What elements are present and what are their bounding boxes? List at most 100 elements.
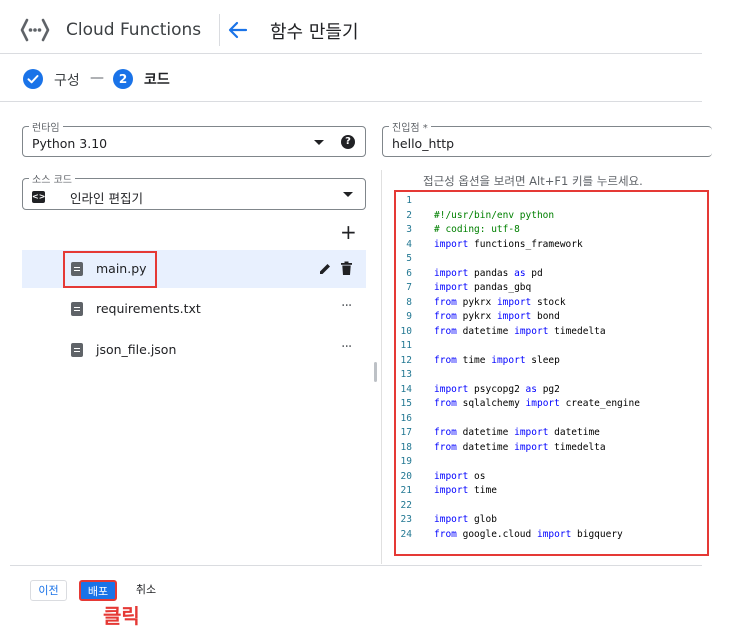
- code-line: 21 import time: [396, 484, 497, 499]
- line-code: import functions_framework: [434, 238, 583, 250]
- code-line: 6 import pandas as pd: [396, 267, 542, 282]
- line-code: import pandas_gbq: [434, 282, 532, 293]
- top-bar: Cloud Functions 함수 만들기: [0, 0, 702, 54]
- code-line: 17 from datetime import datetime: [396, 426, 600, 441]
- file-name: json_file.json: [96, 342, 177, 357]
- delete-icon[interactable]: [340, 261, 353, 276]
- chevron-down-icon: [314, 140, 324, 145]
- line-number: 17: [400, 427, 412, 438]
- line-code: # coding: utf-8: [434, 224, 520, 235]
- code-line: 12 from time import sleep: [396, 354, 560, 369]
- line-number: 18: [400, 441, 412, 453]
- code-line: 5: [396, 252, 412, 267]
- file-icon: [71, 302, 83, 316]
- line-number: 16: [400, 412, 412, 424]
- footer-divider: [10, 565, 702, 566]
- runtime-select[interactable]: 런타임 Python 3.10 ?: [22, 119, 366, 157]
- line-number: 12: [400, 354, 412, 366]
- header-divider: [219, 14, 220, 46]
- click-annotation: 클릭: [103, 604, 140, 628]
- step-separator: —: [90, 70, 104, 86]
- file-icon: [71, 343, 83, 357]
- line-code: from pykrx import stock: [434, 296, 566, 308]
- line-number: 23: [400, 514, 412, 525]
- code-editor-icon: <>: [32, 191, 46, 203]
- code-line: 1: [396, 194, 412, 209]
- line-number: 13: [400, 369, 412, 380]
- line-number: 14: [400, 383, 412, 395]
- file-item-json-file-json[interactable]: json_file.json ···: [22, 331, 366, 369]
- step-configure-label[interactable]: 구성: [54, 70, 80, 90]
- file-name: requirements.txt: [96, 301, 201, 316]
- code-line: 3 # coding: utf-8: [396, 223, 520, 238]
- cloud-functions-logo-icon: [20, 18, 50, 42]
- code-line: 19: [396, 455, 412, 470]
- line-code: from google.cloud import bigquery: [434, 528, 623, 540]
- line-code: import glob: [434, 514, 497, 525]
- entry-point-value: hello_http: [392, 136, 455, 151]
- line-code: import pandas as pd: [434, 267, 543, 279]
- runtime-label: 런타임: [29, 119, 63, 134]
- runtime-value: Python 3.10: [32, 136, 108, 151]
- line-code: from time import sleep: [434, 354, 560, 366]
- line-code: from sqlalchemy import create_engine: [434, 398, 640, 409]
- line-number: 6: [406, 267, 412, 279]
- line-code: import os: [434, 470, 486, 482]
- cancel-button[interactable]: 취소: [128, 580, 164, 601]
- file-item-requirements-txt[interactable]: requirements.txt ···: [22, 290, 366, 328]
- more-options-icon[interactable]: ···: [341, 339, 352, 355]
- page-title: 함수 만들기: [270, 22, 359, 43]
- code-line: 16: [396, 412, 412, 427]
- line-code: from datetime import timedelta: [434, 441, 606, 453]
- panel-resize-handle[interactable]: [374, 362, 377, 382]
- code-line: 22: [396, 499, 412, 514]
- stepper: 구성 — 2 코드: [0, 55, 702, 102]
- code-line: 11: [396, 339, 412, 354]
- line-number: 9: [406, 311, 412, 322]
- code-line: 23 import glob: [396, 513, 497, 528]
- help-icon[interactable]: ?: [341, 135, 355, 149]
- deploy-button[interactable]: 배포: [79, 580, 117, 601]
- line-code: from datetime import datetime: [434, 427, 600, 438]
- code-line: 9 from pykrx import bond: [396, 310, 560, 325]
- step-number-badge: 2: [113, 69, 133, 89]
- code-line: 7 import pandas_gbq: [396, 281, 531, 296]
- chevron-down-icon: [343, 192, 353, 197]
- back-arrow-icon[interactable]: [227, 20, 249, 40]
- line-number: 19: [400, 456, 412, 467]
- previous-button[interactable]: 이전: [30, 580, 67, 601]
- line-code: import psycopg2 as pg2: [434, 383, 560, 395]
- line-number: 4: [406, 238, 412, 250]
- add-file-button[interactable]: +: [340, 222, 357, 242]
- code-editor[interactable]: 1 2 #!/usr/bin/env python 3 # coding: utf-8 4…: [394, 190, 709, 556]
- code-line: 14 import psycopg2 as pg2: [396, 383, 560, 398]
- line-code: from datetime import timedelta: [434, 325, 606, 337]
- line-number: 20: [400, 470, 412, 482]
- entry-point-label: 진입점 *: [389, 119, 431, 134]
- code-line: 20 import os: [396, 470, 486, 485]
- code-line: 15 from sqlalchemy import create_engine: [396, 397, 640, 412]
- edit-icon[interactable]: [318, 262, 332, 276]
- line-number: 24: [400, 528, 412, 540]
- line-number: 22: [400, 499, 412, 511]
- step-complete-check-icon[interactable]: [23, 69, 43, 89]
- line-number: 2: [406, 209, 412, 221]
- code-line: 24 from google.cloud import bigquery: [396, 528, 623, 543]
- main-py-highlight-annotation: [63, 251, 157, 288]
- code-line: 2 #!/usr/bin/env python: [396, 209, 554, 224]
- line-number: 3: [406, 224, 412, 235]
- source-code-select[interactable]: 소스 코드 <> 인라인 편집기: [22, 171, 366, 210]
- app-title: Cloud Functions: [66, 20, 202, 40]
- code-line: 10 from datetime import timedelta: [396, 325, 606, 340]
- panel-divider: [381, 170, 382, 564]
- line-number: 1: [406, 195, 412, 206]
- line-number: 10: [400, 325, 412, 337]
- code-line: 4 import functions_framework: [396, 238, 582, 253]
- line-number: 11: [400, 340, 412, 351]
- entry-point-field[interactable]: 진입점 * hello_http: [382, 119, 712, 157]
- line-code: #!/usr/bin/env python: [434, 209, 555, 221]
- line-number: 7: [406, 282, 412, 293]
- line-number: 21: [400, 485, 412, 496]
- more-options-icon[interactable]: ···: [341, 298, 352, 314]
- source-code-label: 소스 코드: [29, 171, 75, 186]
